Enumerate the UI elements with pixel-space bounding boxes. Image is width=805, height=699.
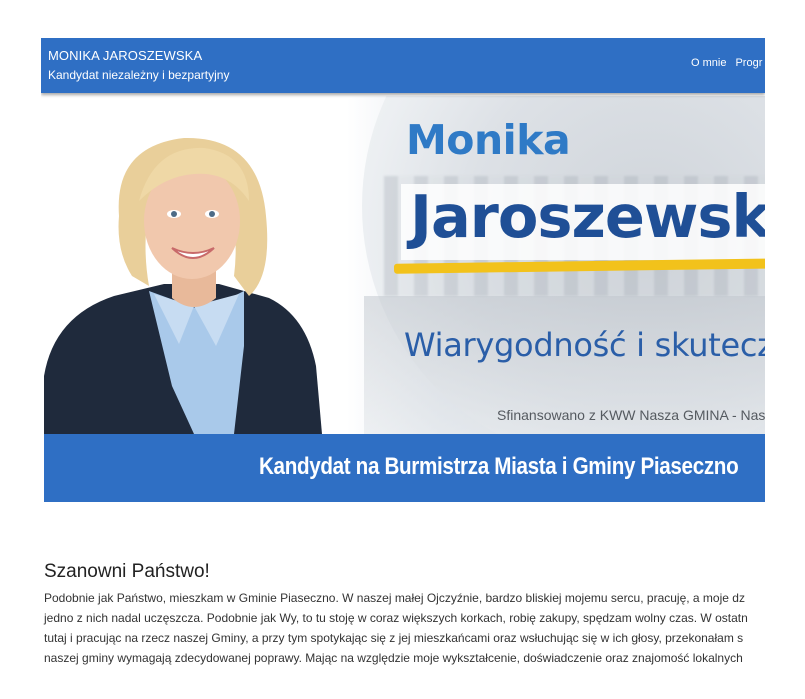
paragraph-line: Podobnie jak Państwo, mieszkam w Gminie … <box>44 591 745 605</box>
hero-first-name: Monika <box>406 116 571 164</box>
nav-menu: O mnie Progr <box>691 57 765 69</box>
nav-link-program[interactable]: Progr <box>735 57 762 69</box>
hero-band-text: Kandydat na Burmistrza Miasta i Gminy Pi… <box>259 453 739 480</box>
paragraph-line: tutaj i pracując na rzecz naszej Gminy, … <box>44 631 744 645</box>
site-brand-subtitle: Kandydat niezależny i bezpartyjny <box>48 68 230 82</box>
browser-viewport: MONIKA JAROSZEWSKA Kandydat niezależny i… <box>41 38 765 699</box>
nav-link-about[interactable]: O mnie <box>691 57 726 69</box>
site-brand-name[interactable]: MONIKA JAROSZEWSKA <box>48 48 202 63</box>
article-greeting: Szanowni Państwo! <box>44 561 210 582</box>
funding-disclaimer: Sfinansowano z KWW Nasza GMINA - Nas <box>497 407 765 423</box>
hero-banner: Monika Jaroszewsk Wiarygodność i skutecz… <box>44 96 765 502</box>
hero-last-name: Jaroszewsk <box>410 182 765 251</box>
top-navbar: MONIKA JAROSZEWSKA Kandydat niezależny i… <box>41 38 765 93</box>
paragraph-line: jedno z nich nadal uczęszcza. Podobnie j… <box>44 611 748 625</box>
article-paragraph: Podobnie jak Państwo, mieszkam w Gminie … <box>44 591 765 671</box>
candidate-portrait <box>44 137 322 434</box>
hero-slogan: Wiarygodność i skuteczn <box>404 326 765 364</box>
paragraph-line: naszej gminy wymagają zdecydowanej popra… <box>44 651 743 665</box>
